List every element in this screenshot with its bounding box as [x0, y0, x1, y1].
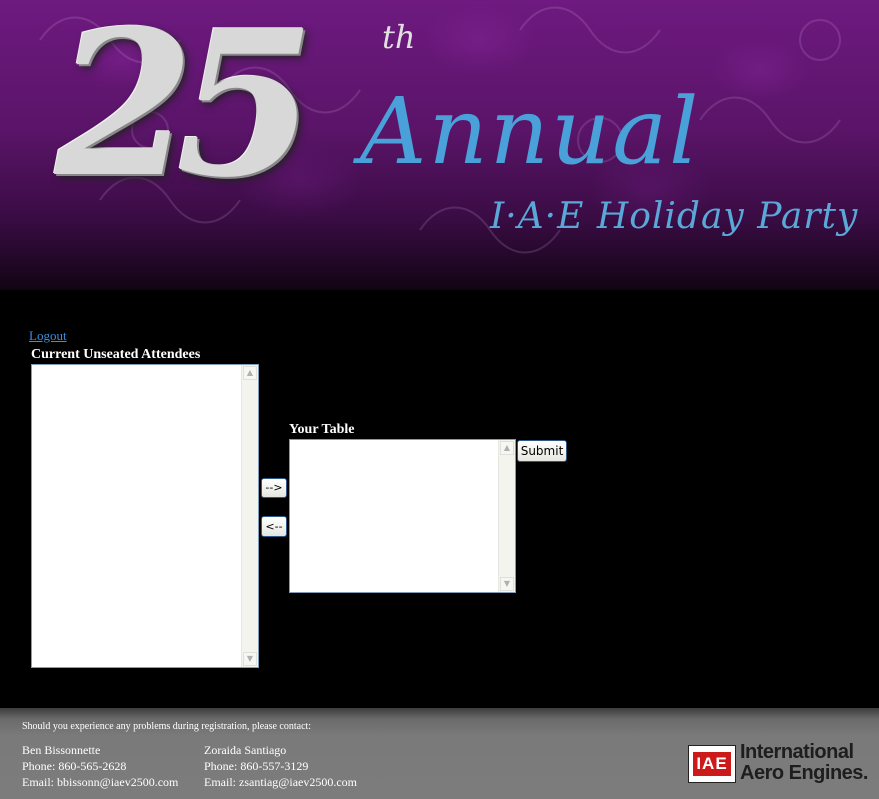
- company-name-line1: International: [740, 741, 854, 763]
- party-subtitle: I·A·E Holiday Party: [490, 196, 859, 237]
- support-note: Should you experience any problems durin…: [22, 721, 312, 732]
- your-table-list[interactable]: ▲ ▼: [289, 439, 516, 593]
- remove-from-table-button[interactable]: <--: [261, 516, 287, 537]
- company-name-line2: Aero Engines.: [740, 762, 868, 784]
- logo-mark: IAE: [693, 752, 731, 776]
- table-list-scrollbar[interactable]: ▲ ▼: [498, 440, 515, 592]
- unseated-list-scrollbar[interactable]: ▲ ▼: [241, 365, 258, 667]
- annual-title: Annual: [360, 78, 701, 185]
- submit-button[interactable]: Submit: [517, 440, 567, 462]
- scroll-down-icon[interactable]: ▼: [500, 577, 514, 591]
- header-banner: 25 th Annual I·A·E Holiday Party: [0, 0, 879, 290]
- scroll-up-icon[interactable]: ▲: [500, 441, 514, 455]
- your-table-label: Your Table: [289, 422, 355, 437]
- contact-phone: Phone: 860-565-2628: [22, 759, 127, 773]
- unseated-attendees-label: Current Unseated Attendees: [31, 347, 201, 362]
- scroll-down-icon[interactable]: ▼: [243, 652, 257, 666]
- company-name: International Aero Engines.: [740, 742, 868, 784]
- contact-name: Zoraida Santiago: [204, 743, 287, 757]
- contact-phone: Phone: 860-557-3129: [204, 759, 309, 773]
- footer: Should you experience any problems durin…: [0, 708, 879, 799]
- contact-card-1: Ben Bissonnette Phone: 860-565-2628 Emai…: [22, 742, 178, 790]
- scroll-up-icon[interactable]: ▲: [243, 366, 257, 380]
- anniversary-suffix: th: [382, 18, 416, 56]
- move-to-table-button[interactable]: -->: [261, 478, 287, 498]
- anniversary-number: 25: [55, 0, 315, 222]
- contact-email: Email: bbissonn@iaev2500.com: [22, 775, 179, 789]
- contact-name: Ben Bissonnette: [22, 743, 101, 757]
- logout-link[interactable]: Logout: [29, 328, 67, 344]
- contact-email: Email: zsantiag@iaev2500.com: [204, 775, 358, 789]
- contact-card-2: Zoraida Santiago Phone: 860-557-3129 Ema…: [204, 742, 357, 790]
- iae-logo-icon: IAE: [688, 745, 736, 783]
- unseated-attendees-list[interactable]: ▲ ▼: [31, 364, 259, 668]
